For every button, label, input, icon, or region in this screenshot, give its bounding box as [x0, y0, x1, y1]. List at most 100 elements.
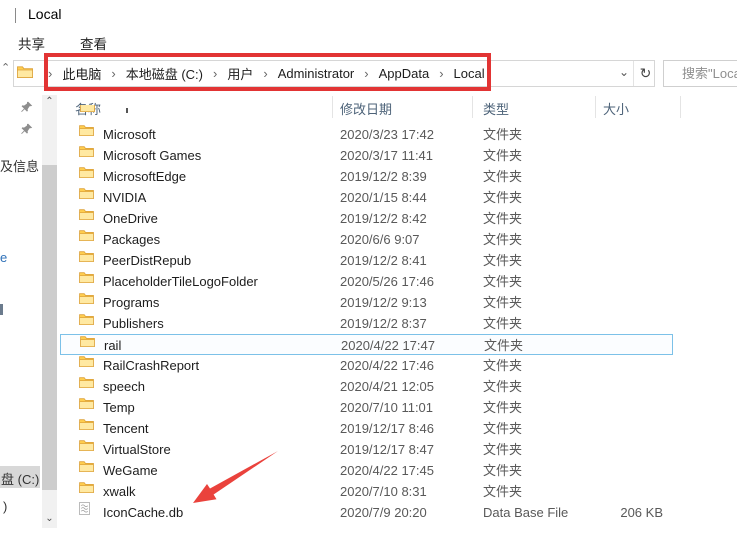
breadcrumb: › 此电脑 › 本地磁盘 (C:) › 用户 › Administrator ›…	[42, 60, 489, 87]
file-date: 2020/4/22 17:45	[340, 460, 434, 481]
table-row[interactable]: Microsoft Games 2020/3/17 11:41 文件夹	[60, 145, 673, 166]
folder-icon	[79, 145, 94, 157]
table-row[interactable]: MicrosoftEdge 2019/12/2 8:39 文件夹	[60, 166, 673, 187]
table-row[interactable]: Tencent 2019/12/17 8:46 文件夹	[60, 418, 673, 439]
file-type: 文件夹	[484, 335, 523, 356]
nav-item-local-disk-fragment[interactable]: 盘 (C:)	[1, 469, 39, 488]
table-row[interactable]: Microsoft 2020/3/23 17:42 文件夹	[60, 124, 673, 145]
folder-icon	[79, 481, 94, 493]
file-name: Publishers	[103, 313, 164, 334]
table-row[interactable]: xwalk 2020/7/10 8:31 文件夹	[60, 481, 673, 502]
column-header-date[interactable]: 修改日期	[340, 99, 392, 118]
file-list: Microsoft 2020/3/23 17:42 文件夹 Microsoft …	[60, 124, 674, 523]
file-date: 2020/1/15 8:44	[340, 187, 427, 208]
address-folder-icon	[17, 65, 33, 83]
table-row[interactable]: RailCrashReport 2020/4/22 17:46 文件夹	[60, 355, 673, 376]
folder-icon	[79, 355, 94, 367]
file-name: Microsoft Games	[103, 145, 201, 166]
table-row[interactable]: OneDrive 2019/12/2 8:42 文件夹	[60, 208, 673, 229]
search-input[interactable]	[664, 61, 737, 86]
table-row[interactable]: VirtualStore 2019/12/17 8:47 文件夹	[60, 439, 673, 460]
titlebar-separator	[15, 8, 16, 23]
column-divider[interactable]	[680, 96, 681, 118]
file-type: 文件夹	[483, 208, 522, 229]
file-date: 2019/12/2 8:42	[340, 208, 427, 229]
file-date: 2020/7/9 20:20	[340, 502, 427, 523]
file-type: Data Base File	[483, 502, 568, 523]
file-type: 文件夹	[483, 376, 522, 397]
file-type: 文件夹	[483, 229, 522, 250]
breadcrumb-administrator[interactable]: Administrator	[274, 66, 359, 81]
breadcrumb-local-disk-c[interactable]: 本地磁盘 (C:)	[122, 64, 207, 83]
file-date: 2020/7/10 11:01	[340, 397, 433, 418]
breadcrumb-users[interactable]: 用户	[223, 64, 257, 83]
breadcrumb-local[interactable]: Local	[450, 66, 489, 81]
table-row[interactable]: IconCache.db 2020/7/9 20:20 Data Base Fi…	[60, 502, 673, 523]
column-divider[interactable]	[332, 96, 333, 118]
breadcrumb-separator: ›	[433, 66, 449, 81]
breadcrumb-this-pc[interactable]: 此电脑	[58, 64, 105, 83]
table-row[interactable]: Temp 2020/7/10 11:01 文件夹	[60, 397, 673, 418]
up-nav-icon[interactable]: ⌃	[1, 61, 10, 74]
table-row[interactable]: PlaceholderTileLogoFolder 2020/5/26 17:4…	[60, 271, 673, 292]
tab-view[interactable]: 查看	[80, 33, 107, 53]
file-name: WeGame	[103, 460, 158, 481]
folder-icon	[79, 250, 94, 262]
file-date: 2019/12/17 8:46	[340, 418, 434, 439]
table-row[interactable]: Programs 2019/12/2 9:13 文件夹	[60, 292, 673, 313]
breadcrumb-separator: ›	[358, 66, 374, 81]
breadcrumb-appdata[interactable]: AppData	[375, 66, 434, 81]
folder-icon	[79, 397, 94, 409]
address-dropdown-chevron-icon[interactable]: ⌄	[616, 60, 632, 87]
pin-icon[interactable]	[21, 100, 33, 118]
table-row[interactable]: PeerDistRepub 2019/12/2 8:41 文件夹	[60, 250, 673, 271]
nav-item-fragment[interactable]: 及信息	[0, 156, 39, 175]
file-type: 文件夹	[483, 418, 522, 439]
column-divider[interactable]	[472, 96, 473, 118]
column-header-type[interactable]: 类型	[483, 99, 509, 118]
refresh-icon[interactable]: ↻	[636, 60, 655, 87]
tab-share[interactable]: 共享	[18, 33, 45, 53]
pin-icon[interactable]	[21, 122, 33, 140]
column-header-size[interactable]: 大小	[603, 99, 629, 118]
file-name: rail	[104, 335, 121, 356]
table-row[interactable]: Publishers 2019/12/2 8:37 文件夹	[60, 313, 673, 334]
file-type: 文件夹	[483, 271, 522, 292]
table-row[interactable]: rail 2020/4/22 17:47 文件夹	[60, 334, 673, 355]
file-type: 文件夹	[483, 166, 522, 187]
scroll-down-icon[interactable]: ⌄	[42, 512, 57, 528]
file-name: NVIDIA	[103, 187, 146, 208]
file-type: 文件夹	[483, 313, 522, 334]
clipped-text-fragment	[126, 108, 128, 113]
window-title: Local	[28, 6, 61, 22]
file-name: MicrosoftEdge	[103, 166, 186, 187]
clipped-folder-icon	[80, 105, 95, 113]
table-row[interactable]: NVIDIA 2020/1/15 8:44 文件夹	[60, 187, 673, 208]
file-name: PeerDistRepub	[103, 250, 191, 271]
file-name: PlaceholderTileLogoFolder	[103, 271, 258, 292]
folder-icon	[79, 124, 94, 136]
folder-icon	[79, 271, 94, 283]
column-divider[interactable]	[595, 96, 596, 118]
nav-item-fragment[interactable]: )	[3, 499, 7, 514]
table-row[interactable]: Packages 2020/6/6 9:07 文件夹	[60, 229, 673, 250]
folder-icon	[79, 292, 94, 304]
scroll-up-icon[interactable]: ⌃	[42, 95, 57, 111]
file-date: 2019/12/2 8:37	[340, 313, 427, 334]
nav-item-fragment[interactable]: e	[0, 250, 7, 265]
file-date: 2020/7/10 8:31	[340, 481, 427, 502]
file-type: 文件夹	[483, 481, 522, 502]
file-date: 2020/4/22 17:47	[341, 335, 435, 356]
table-row[interactable]: speech 2020/4/21 12:05 文件夹	[60, 376, 673, 397]
breadcrumb-separator: ›	[105, 66, 121, 81]
file-name: IconCache.db	[103, 502, 183, 523]
nav-item-fragment[interactable]	[0, 304, 3, 315]
file-name: Microsoft	[103, 124, 156, 145]
nav-scrollbar-thumb[interactable]	[42, 165, 57, 490]
file-date: 2020/5/26 17:46	[340, 271, 434, 292]
folder-icon	[79, 208, 94, 220]
file-type: 文件夹	[483, 355, 522, 376]
file-size: 206 KB	[600, 502, 663, 523]
folder-icon	[79, 229, 94, 241]
table-row[interactable]: WeGame 2020/4/22 17:45 文件夹	[60, 460, 673, 481]
